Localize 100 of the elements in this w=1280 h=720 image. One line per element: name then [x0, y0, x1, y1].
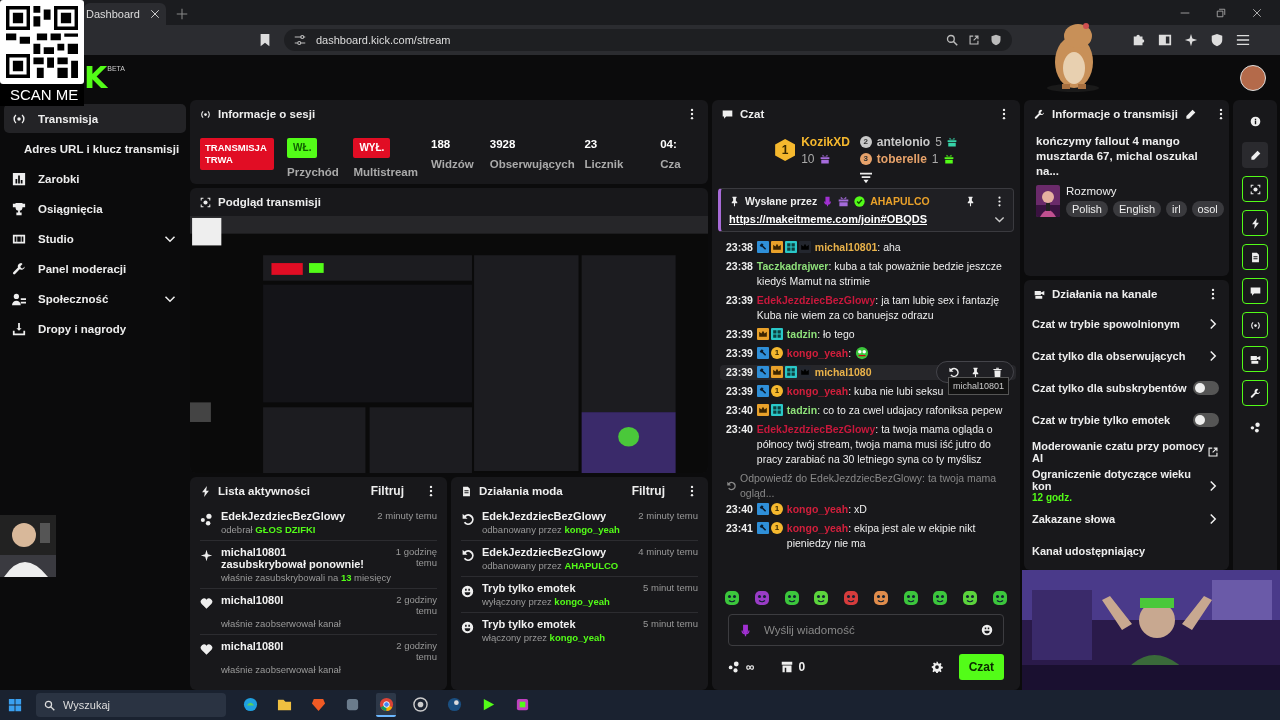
- emote-icon[interactable]: [932, 590, 949, 606]
- close-icon[interactable]: [1252, 7, 1262, 18]
- emote-icon[interactable]: [843, 590, 860, 606]
- category-link[interactable]: Rozmowy: [1066, 185, 1217, 197]
- rail-button[interactable]: [1242, 142, 1268, 168]
- chat-message: tadzin: co to za cwel udajacy rafoniksa pepew: [786, 403, 1003, 418]
- leader-name[interactable]: KozikXD: [801, 134, 850, 149]
- gift-count: 1: [931, 151, 939, 166]
- pinned-link[interactable]: https://makeitmeme.com/join#OBQDS: [729, 213, 928, 225]
- logo[interactable]: K: [84, 62, 108, 93]
- menu-icon[interactable]: [1236, 33, 1250, 47]
- focus-icon: [1249, 183, 1261, 195]
- sliders-icon[interactable]: [294, 34, 306, 46]
- ring-icon: [412, 696, 428, 712]
- channel-action[interactable]: Zakazane słowa: [1024, 503, 1229, 535]
- channel-action[interactable]: Ograniczenie dotyczące wieku kon 12 godz.: [1024, 468, 1229, 503]
- sidebar-item[interactable]: Osiągnięcia: [4, 194, 186, 223]
- tier-badge: 1: [770, 503, 783, 515]
- taskbar-search[interactable]: Wyszukaj: [36, 693, 226, 717]
- tag[interactable]: irl: [1166, 201, 1187, 217]
- sidebar-item[interactable]: Panel moderacji: [4, 254, 186, 283]
- bookmark-icon[interactable]: [258, 33, 272, 47]
- rank-badge: 1: [775, 139, 796, 161]
- sidebar-item[interactable]: Dropy i nagrody: [4, 314, 186, 343]
- shield-icon[interactable]: [1210, 33, 1224, 47]
- browser-tab[interactable]: Dashboard: [84, 3, 166, 25]
- rail-button[interactable]: [1242, 312, 1268, 338]
- leader-name[interactable]: antelonio: [876, 134, 931, 149]
- puzzle-icon[interactable]: [1132, 33, 1146, 47]
- entry-detail: wyłączony przez kongo_yeah: [482, 596, 611, 607]
- action-label: Czat w trybie spowolnionym: [1032, 318, 1181, 330]
- entry-detail: włączony przez kongo_yeah: [482, 632, 607, 643]
- entry-detail: odbanowany przez AHAPULCO: [482, 560, 620, 571]
- channel-action[interactable]: Kanał udostępniający: [1024, 535, 1229, 567]
- sidebar-item[interactable]: Społeczność: [4, 284, 186, 313]
- emote-icon[interactable]: [872, 590, 889, 606]
- edit-icon[interactable]: [1184, 108, 1196, 120]
- action-label: Moderowanie czatu przy pomocy AI: [1032, 440, 1206, 464]
- mic-icon[interactable]: [739, 623, 752, 637]
- channel-action[interactable]: Czat w trybie spowolnionym: [1024, 308, 1229, 340]
- browser-icon: [378, 696, 394, 712]
- sidebar-item[interactable]: Transmisja: [4, 104, 186, 133]
- external-link-icon: [1207, 446, 1219, 458]
- rail-button[interactable]: [1242, 380, 1268, 406]
- message-field[interactable]: Wyślij wiadomość: [728, 614, 1004, 646]
- restore-icon[interactable]: [1216, 7, 1226, 18]
- hammer-icon: [756, 241, 769, 253]
- address-bar[interactable]: dashboard.kick.com/stream: [284, 29, 1012, 51]
- info-icon: [1249, 115, 1261, 127]
- close-icon[interactable]: [150, 9, 160, 19]
- tag[interactable]: English: [1112, 201, 1162, 217]
- rail-button[interactable]: [1242, 278, 1268, 304]
- rail-button[interactable]: [1242, 346, 1268, 372]
- gift-count: 10: [801, 151, 815, 166]
- collapse-icon[interactable]: [859, 172, 873, 184]
- browser-icon: [242, 696, 258, 712]
- entry-title: michal1080l: [221, 640, 285, 652]
- emote-icon[interactable]: [724, 590, 740, 606]
- rail-button[interactable]: [1242, 210, 1268, 236]
- stat-value: 04:: [660, 138, 678, 150]
- sidebar-item[interactable]: Studio: [4, 224, 186, 253]
- sidebar-item[interactable]: Adres URL i klucz transmisji: [4, 134, 186, 163]
- emote-icon[interactable]: [962, 590, 979, 606]
- channel-action[interactable]: Czat tylko dla subskrybentów: [1024, 372, 1229, 404]
- new-tab-icon[interactable]: [176, 8, 188, 20]
- sidebar-item[interactable]: Zarobki: [4, 164, 186, 193]
- emote-icon[interactable]: [991, 590, 1008, 606]
- share-icon[interactable]: [968, 34, 980, 46]
- leader-name[interactable]: toberelle: [876, 151, 927, 166]
- channel-action[interactable]: Moderowanie czatu przy pomocy AI: [1024, 436, 1229, 468]
- tag[interactable]: Polish: [1066, 201, 1108, 217]
- filter-button[interactable]: Filtruj: [370, 484, 404, 498]
- avatar[interactable]: [1240, 64, 1266, 91]
- emote-icon[interactable]: [813, 590, 830, 606]
- action-label: Zakazane słowa: [1032, 513, 1117, 525]
- zoom-icon[interactable]: [946, 34, 958, 46]
- send-button[interactable]: Czat: [958, 654, 1004, 680]
- tag[interactable]: osol: [1191, 201, 1224, 217]
- settings-icon[interactable]: [930, 661, 943, 673]
- channel-action[interactable]: Czat w trybie tylko emotek: [1024, 404, 1229, 436]
- rail-button[interactable]: [1242, 244, 1268, 270]
- start-icon[interactable]: [8, 698, 22, 712]
- rail-button[interactable]: [1242, 176, 1268, 202]
- emoji-icon[interactable]: [981, 624, 993, 636]
- camera-icon: [1034, 288, 1045, 300]
- message-input[interactable]: Wyślij wiadomość: [762, 623, 971, 637]
- filter-button[interactable]: Filtruj: [631, 484, 665, 498]
- sidebar-icon[interactable]: [1158, 33, 1172, 47]
- emote-icon[interactable]: [902, 590, 919, 606]
- taskbar-app[interactable]: [376, 693, 396, 717]
- toggle-switch[interactable]: [1193, 381, 1219, 395]
- sparkle-icon[interactable]: [1184, 33, 1198, 47]
- channel-action[interactable]: Czat tylko dla obserwujących: [1024, 340, 1229, 372]
- toggle-switch[interactable]: [1193, 413, 1219, 427]
- card-title: Informacje o transmisji: [1052, 108, 1178, 120]
- hammer-icon: [756, 366, 769, 378]
- emote-icon[interactable]: [783, 590, 800, 606]
- pinned-user[interactable]: AHAPULCO: [870, 195, 930, 207]
- pin-icon[interactable]: [965, 195, 976, 207]
- shield-icon[interactable]: [990, 34, 1002, 46]
